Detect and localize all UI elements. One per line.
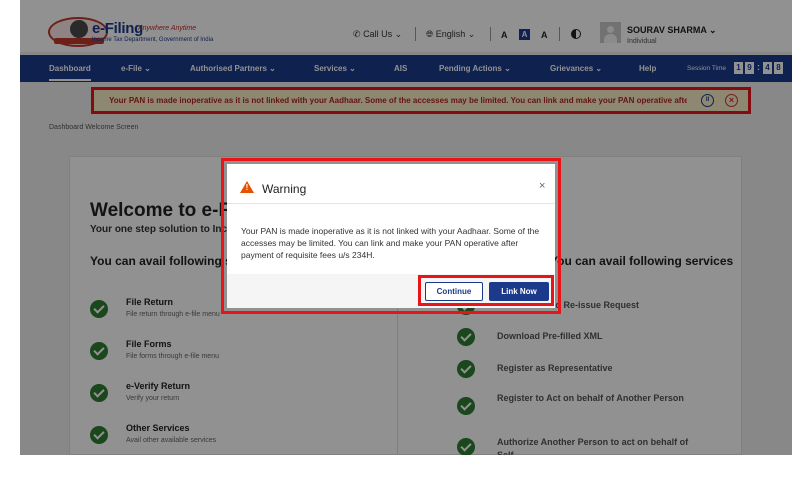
continue-button[interactable]: Continue (425, 282, 483, 301)
modal-header: ! Warning × (227, 164, 555, 204)
link-now-button[interactable]: Link Now (489, 282, 549, 301)
modal-actions-highlight: Continue Link Now (418, 275, 554, 306)
modal-title: Warning (262, 182, 307, 196)
browser-viewport: e-Filing Anywhere Anytime Income Tax Dep… (20, 0, 792, 455)
warning-modal-highlight: ! Warning × Your PAN is made inoperative… (221, 158, 561, 314)
modal-message: Your PAN is made inoperative as it is no… (241, 226, 540, 260)
close-icon[interactable]: × (539, 180, 545, 192)
warning-icon: ! (240, 181, 254, 193)
